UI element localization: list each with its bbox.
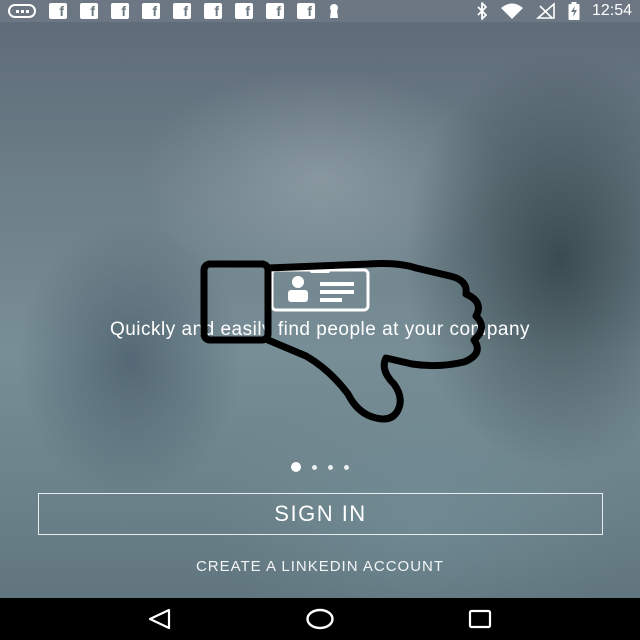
no-signal-icon bbox=[535, 2, 556, 20]
facebook-icon: f bbox=[173, 3, 191, 19]
page-dot bbox=[328, 464, 333, 470]
facebook-icon: f bbox=[235, 3, 253, 19]
page-indicator bbox=[0, 462, 640, 472]
sign-in-button[interactable]: SIGN IN bbox=[38, 493, 603, 535]
create-account-link[interactable]: CREATE A LINKEDIN ACCOUNT bbox=[0, 558, 640, 575]
facebook-icon: f bbox=[266, 3, 284, 19]
home-icon[interactable] bbox=[300, 599, 340, 639]
navigation-bar bbox=[0, 598, 640, 640]
facebook-icon: f bbox=[80, 3, 98, 19]
recents-icon[interactable] bbox=[460, 599, 500, 639]
linkedin-onboarding-screen: f f f f f f f f f 12:54 Quickly and easi… bbox=[0, 0, 640, 640]
facebook-icon: f bbox=[142, 3, 160, 19]
facebook-icon: f bbox=[49, 3, 67, 19]
thumbs-down-icon bbox=[200, 260, 485, 423]
page-dot-active bbox=[291, 462, 301, 472]
system-icons: 12:54 bbox=[476, 2, 632, 20]
facebook-icon: f bbox=[111, 3, 129, 19]
keyhole-icon bbox=[328, 3, 340, 19]
keyboard-icon bbox=[8, 4, 36, 18]
battery-charging-icon bbox=[568, 2, 580, 20]
clock: 12:54 bbox=[591, 2, 632, 19]
notification-icons: f f f f f f f f f bbox=[8, 3, 340, 19]
back-icon[interactable] bbox=[140, 599, 180, 639]
page-dot bbox=[312, 464, 317, 470]
status-bar: f f f f f f f f f 12:54 bbox=[0, 0, 640, 22]
bluetooth-icon bbox=[476, 2, 488, 20]
page-dot bbox=[344, 464, 349, 470]
facebook-icon: f bbox=[204, 3, 222, 19]
wifi-icon bbox=[500, 2, 524, 20]
facebook-icon: f bbox=[297, 3, 315, 19]
